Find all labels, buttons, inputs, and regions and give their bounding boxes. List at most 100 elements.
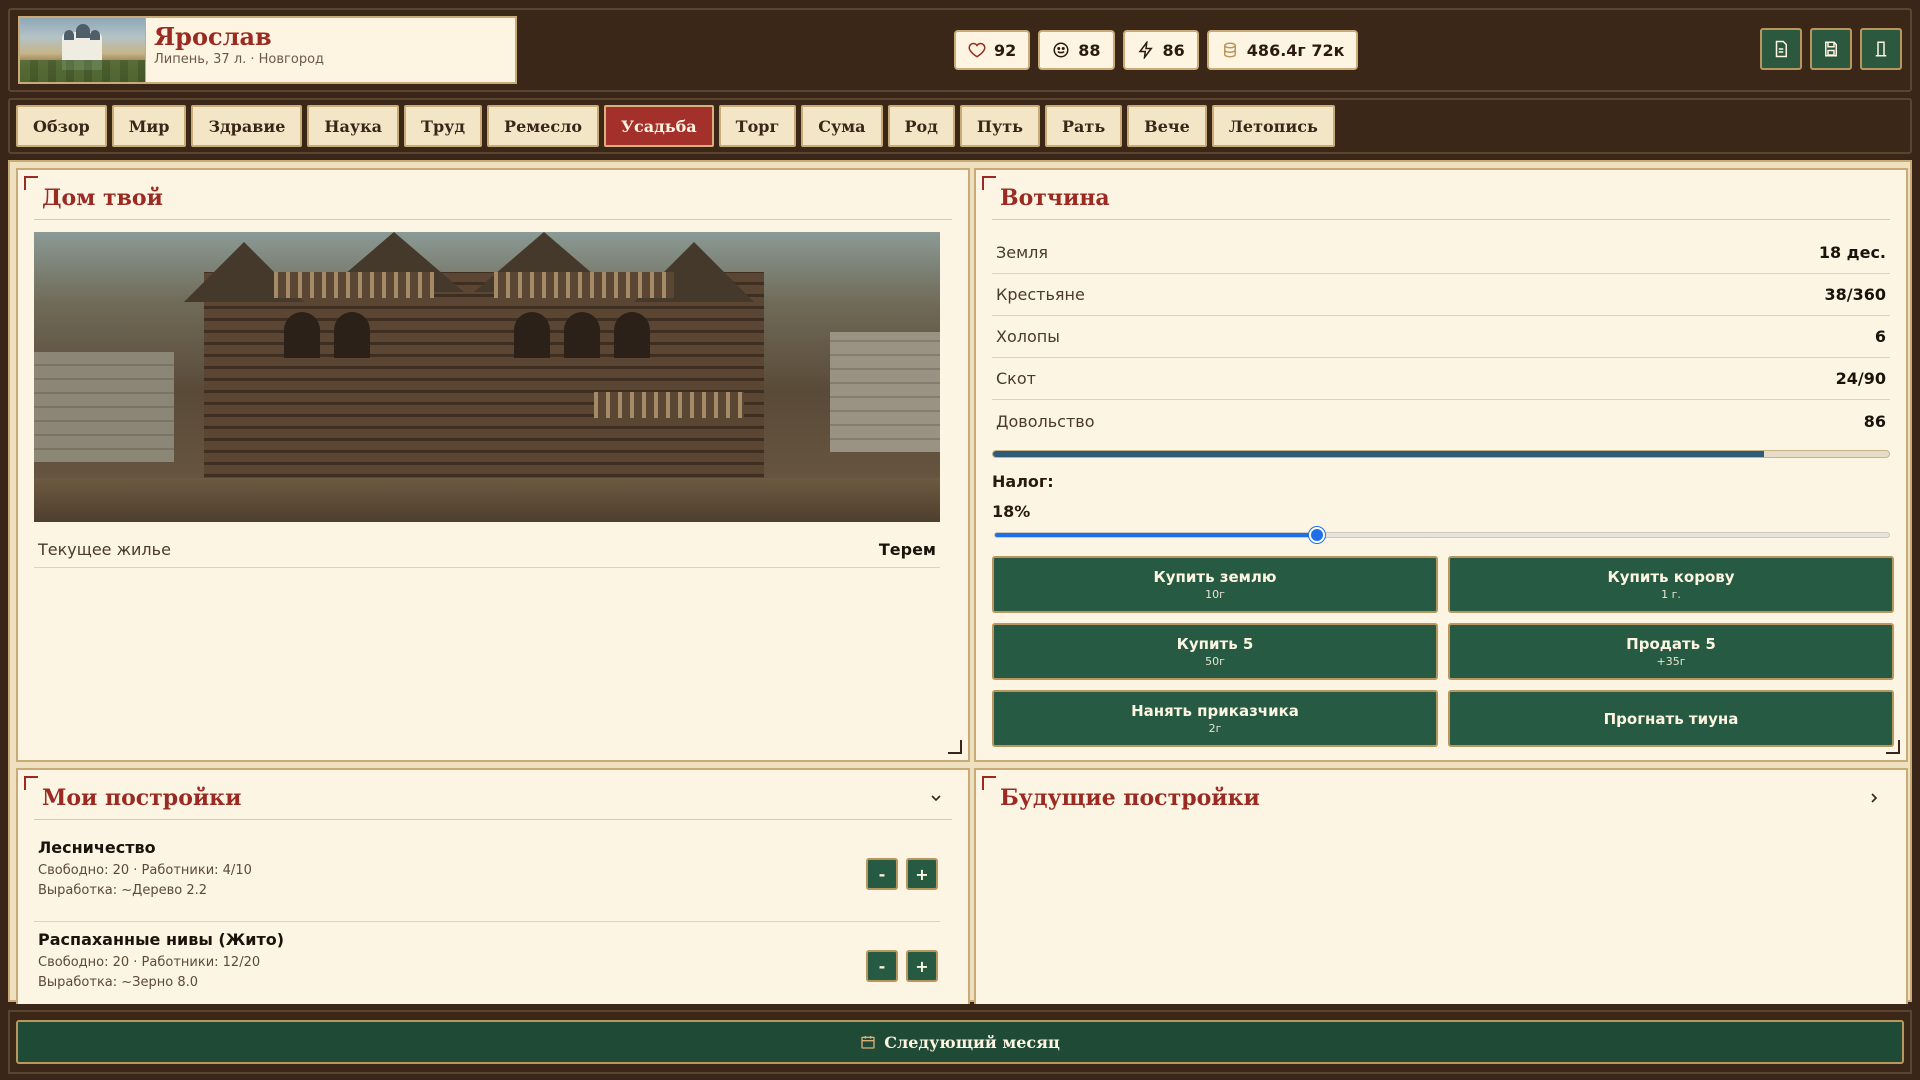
building-output: Выработка: ~Дерево 2.2 [38, 883, 207, 898]
estate-row-value: 86 [1863, 411, 1886, 431]
character-subtitle: Липень, 37 л. · Новгород [154, 52, 325, 67]
tab-world[interactable]: Мир [111, 105, 187, 147]
top-header: Ярослав Липень, 37 л. · Новгород 92 88 8… [8, 8, 1912, 92]
button-cost: 10г [1205, 588, 1225, 601]
lightning-icon [1138, 41, 1153, 59]
save-icon [1825, 41, 1837, 57]
estate-row-label: Довольство [996, 411, 1095, 431]
tab-labor[interactable]: Труд [404, 105, 483, 147]
estate-row-serfs: Холопы 6 [992, 316, 1890, 358]
button-cost: +35г [1656, 655, 1686, 668]
estate-row-livestock: Скот 24/90 [992, 358, 1890, 400]
coins-icon [1223, 42, 1236, 58]
tab-science[interactable]: Наука [307, 105, 400, 147]
next-month-label: Следующий месяц [884, 1032, 1060, 1052]
estate-row-value: 24/90 [1835, 369, 1886, 388]
tab-bar: Обзор Мир Здравие Наука Труд Ремесло Уса… [8, 98, 1912, 154]
stats-bar: 92 88 86 486.4г 72к [954, 30, 1359, 70]
character-portrait [20, 18, 146, 82]
home-title: Дом твой [42, 184, 163, 211]
button-label: Нанять приказчика [1131, 702, 1299, 720]
estate-row-value: 38/360 [1824, 285, 1886, 304]
tab-journey[interactable]: Путь [959, 105, 1040, 147]
house-image [34, 232, 940, 522]
tax-label: Налог: [992, 472, 1054, 491]
tab-overview[interactable]: Обзор [16, 105, 107, 147]
tab-trade[interactable]: Торг [718, 105, 797, 147]
estate-row-label: Земля [996, 243, 1049, 262]
tab-veche[interactable]: Вече [1127, 105, 1207, 147]
character-card[interactable]: Ярослав Липень, 37 л. · Новгород [18, 16, 517, 84]
button-label: Купить землю [1153, 568, 1277, 586]
estate-row-land: Земля 18 дес. [992, 232, 1890, 274]
buy-five-button[interactable]: Купить 5 50г [992, 623, 1438, 680]
journal-button[interactable] [1760, 28, 1802, 70]
tab-craft[interactable]: Ремесло [487, 105, 600, 147]
estate-actions: Купить землю 10г Купить корову 1 г. Купи… [992, 556, 1898, 747]
button-label: Купить корову [1607, 568, 1735, 586]
my-buildings-title: Мои постройки [42, 784, 242, 811]
tab-estate[interactable]: Усадьба [604, 105, 714, 147]
current-housing-row: Текущее жилье Терем [34, 532, 940, 568]
building-item: Распаханные нивы (Жито) Свободно: 20 · Р… [34, 926, 940, 1004]
remove-worker-button[interactable]: - [866, 858, 898, 890]
remove-worker-button[interactable]: - [866, 950, 898, 982]
future-buildings-title: Будущие постройки [1000, 785, 1260, 811]
character-name: Ярослав [154, 22, 272, 51]
buy-land-button[interactable]: Купить землю 10г [992, 556, 1438, 613]
estate-panel: Вотчина Земля 18 дес. Крестьяне 38/360 Х… [974, 168, 1908, 762]
button-cost: 2г [1208, 722, 1222, 735]
stat-mood: 88 [1038, 30, 1115, 70]
chevron-right-icon[interactable] [1866, 790, 1882, 806]
stat-money-value: 486.4г 72к [1246, 40, 1345, 60]
tab-chronicle[interactable]: Летопись [1211, 105, 1335, 147]
satisfaction-bar-fill [993, 451, 1764, 457]
building-name: Распаханные нивы (Жито) [38, 930, 285, 949]
button-cost: 50г [1205, 655, 1225, 668]
next-month-button[interactable]: Следующий месяц [16, 1020, 1904, 1064]
heart-icon [968, 42, 986, 58]
stat-money: 486.4г 72к [1206, 30, 1359, 70]
tab-army[interactable]: Рать [1045, 105, 1123, 147]
future-buildings-header[interactable]: Будущие постройки [992, 780, 1890, 820]
sell-five-button[interactable]: Продать 5 +35г [1448, 623, 1894, 680]
tax-slider-fill [995, 533, 1317, 537]
my-buildings-header[interactable]: Мои постройки [34, 780, 952, 820]
current-housing-value: Терем [878, 540, 936, 559]
tab-health[interactable]: Здравие [191, 105, 303, 147]
estate-row-peasants: Крестьяне 38/360 [992, 274, 1890, 316]
smile-icon [1053, 42, 1069, 58]
current-housing-label: Текущее жилье [38, 540, 171, 559]
stat-health: 92 [954, 30, 1031, 70]
button-label: Купить 5 [1176, 635, 1254, 653]
building-workers: Свободно: 20 · Работники: 12/20 [38, 955, 261, 970]
estate-row-value: 6 [1874, 327, 1886, 346]
document-icon [1775, 40, 1787, 58]
tab-bag[interactable]: Сума [801, 105, 883, 147]
stat-energy: 86 [1122, 30, 1199, 70]
dismiss-tiun-button[interactable]: Прогнать тиуна [1448, 690, 1894, 747]
estate-row-label: Крестьяне [996, 285, 1085, 304]
bookmark-icon [1875, 41, 1887, 57]
estate-row-label: Скот [996, 369, 1036, 388]
estate-row-satisfaction: Довольство 86 [992, 400, 1890, 442]
chevron-down-icon[interactable] [928, 790, 944, 806]
tax-slider-handle[interactable] [1308, 527, 1325, 543]
future-buildings-panel: Будущие постройки [974, 768, 1908, 1004]
button-cost: 1 г. [1661, 588, 1681, 601]
bookmark-button[interactable] [1860, 28, 1902, 70]
buy-cow-button[interactable]: Купить корову 1 г. [1448, 556, 1894, 613]
add-worker-button[interactable]: + [906, 950, 938, 982]
building-name: Лесничество [38, 838, 156, 857]
stat-health-value: 92 [994, 40, 1017, 60]
stat-energy-value: 86 [1162, 40, 1185, 60]
header-tools [1760, 28, 1902, 70]
tab-family[interactable]: Род [887, 105, 955, 147]
add-worker-button[interactable]: + [906, 858, 938, 890]
building-output: Выработка: ~Зерно 8.0 [38, 975, 199, 990]
satisfaction-bar [992, 450, 1890, 458]
hire-steward-button[interactable]: Нанять приказчика 2г [992, 690, 1438, 747]
save-button[interactable] [1810, 28, 1852, 70]
main-area: Дом твой Текущее жилье Терем Вотчина Зем… [8, 160, 1912, 1004]
tax-slider[interactable] [994, 527, 1890, 543]
